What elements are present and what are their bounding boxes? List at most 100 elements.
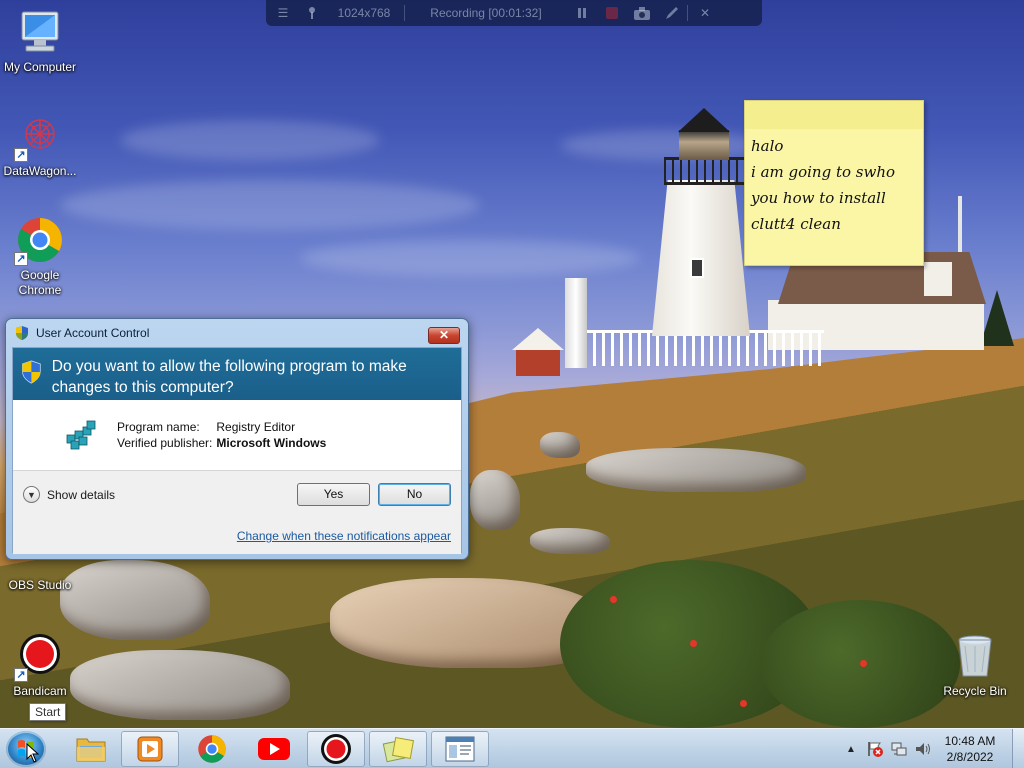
- publisher-label: Verified publisher:: [117, 436, 213, 450]
- chrome-icon: [198, 735, 226, 763]
- window-icon: [445, 736, 475, 762]
- chrome-icon: ↗: [14, 216, 64, 266]
- start-button[interactable]: [6, 731, 46, 767]
- menu-icon[interactable]: ☰: [266, 0, 300, 26]
- desktop-icon-label: Bandicam: [13, 684, 67, 698]
- uac-title: User Account Control: [36, 326, 150, 340]
- uac-program-info: Program name: Registry Editor Verified p…: [13, 400, 461, 470]
- rock: [60, 560, 210, 640]
- folder-icon: [76, 738, 106, 762]
- close-button[interactable]: ✕: [428, 327, 460, 344]
- show-details-toggle[interactable]: ▼ Show details: [23, 486, 115, 503]
- sticky-note-line: halo: [751, 137, 784, 155]
- rock: [586, 448, 806, 492]
- sticky-note-line: i am going to swho: [751, 163, 896, 181]
- desktop-icon-recycle-bin[interactable]: Recycle Bin: [935, 632, 1015, 699]
- taskbar-windows-explorer[interactable]: [62, 731, 120, 767]
- pine-tree: [980, 290, 1014, 346]
- taskbar: ▲ 10:48 AM 2/8/2022: [0, 728, 1024, 768]
- recording-toolbar: ☰ 1024x768 Recording [00:01:32] ✕: [266, 0, 762, 26]
- shortcut-arrow-icon: ↗: [14, 148, 28, 162]
- show-hidden-icons-icon[interactable]: ▲: [842, 744, 860, 755]
- bandicam-icon: ↗: [14, 632, 64, 682]
- rock: [470, 470, 520, 530]
- flower: [610, 596, 617, 603]
- clock-time: 10:48 AM: [944, 734, 996, 748]
- show-details-label: Show details: [47, 487, 116, 502]
- change-notifications-link[interactable]: Change when these notifications appear: [237, 529, 451, 543]
- desktop-icon-datawagon[interactable]: ↗ DataWagon...: [0, 112, 80, 179]
- sticky-note[interactable]: halo i am going to swho you how to insta…: [744, 100, 924, 266]
- clock[interactable]: 10:48 AM 2/8/2022: [940, 733, 1000, 765]
- pin-icon[interactable]: [300, 0, 324, 26]
- uac-titlebar[interactable]: User Account Control: [6, 319, 468, 347]
- clock-date: 2/8/2022: [946, 750, 994, 764]
- volume-icon[interactable]: [914, 740, 932, 758]
- chevron-down-icon[interactable]: ▼: [23, 486, 40, 503]
- computer-icon: [16, 8, 64, 56]
- uac-question: Do you want to allow the following progr…: [51, 358, 407, 396]
- action-center-flag-icon[interactable]: [866, 740, 884, 758]
- bandicam-icon: [321, 734, 351, 764]
- show-desktop-button[interactable]: [1012, 729, 1024, 768]
- pause-icon[interactable]: [567, 0, 597, 26]
- recycle-bin-icon: [951, 632, 999, 680]
- taskbar-registry-editor[interactable]: [431, 731, 489, 767]
- program-name-value: Registry Editor: [216, 420, 296, 434]
- cloud: [60, 180, 480, 230]
- no-button[interactable]: No: [378, 483, 451, 506]
- uac-shield-icon: [22, 360, 41, 384]
- start-tooltip: Start: [29, 703, 67, 721]
- flower: [690, 640, 697, 647]
- taskbar-sticky-notes[interactable]: [369, 731, 427, 767]
- taskbar-media-player[interactable]: [121, 731, 179, 767]
- uac-dialog: User Account Control ✕ Do you want to al…: [5, 318, 469, 560]
- desktop-icon-google-chrome[interactable]: ↗ Google Chrome: [0, 216, 80, 298]
- desktop-icon-obs-studio[interactable]: OBS Studio: [0, 560, 80, 593]
- uac-actions: ▼ Show details Yes No: [13, 470, 461, 518]
- yes-button[interactable]: Yes: [297, 483, 370, 506]
- cloud: [560, 130, 760, 160]
- registry-editor-icon: [66, 420, 96, 450]
- sticky-note-line: clutt4 clean: [751, 215, 841, 233]
- shortcut-arrow-icon: ↗: [14, 668, 28, 682]
- desktop-icon-label: Google: [20, 268, 60, 282]
- rock: [540, 432, 580, 458]
- close-icon[interactable]: ✕: [688, 0, 722, 26]
- shortcut-arrow-icon: ↗: [14, 252, 28, 266]
- desktop-icon-label: My Computer: [3, 60, 77, 74]
- mouse-cursor-icon: [26, 743, 40, 763]
- uac-banner: Do you want to allow the following progr…: [13, 348, 461, 400]
- resolution-label: 1024x768: [337, 6, 391, 20]
- sticky-note-header[interactable]: [745, 101, 923, 129]
- uac-footer: Change when these notifications appear: [13, 518, 461, 554]
- network-icon[interactable]: [890, 740, 908, 758]
- flower: [860, 660, 867, 667]
- sticky-note-text[interactable]: halo i am going to swho you how to insta…: [745, 129, 923, 241]
- uac-program-table: Program name: Registry Editor Verified p…: [117, 419, 330, 451]
- desktop-icon-label: DataWagon...: [3, 164, 77, 178]
- sticky-notes-icon: [382, 736, 414, 763]
- media-player-icon: [137, 736, 163, 762]
- lighthouse-gallery: [664, 157, 744, 185]
- datawagon-icon: ↗: [14, 112, 64, 162]
- desktop-icon-my-computer[interactable]: My Computer: [0, 8, 80, 75]
- rock: [70, 650, 290, 720]
- camera-icon[interactable]: [627, 0, 657, 26]
- publisher-value: Microsoft Windows: [216, 436, 327, 450]
- red-shed: [512, 328, 564, 376]
- cloud: [120, 120, 380, 160]
- taskbar-youtube[interactable]: [245, 731, 303, 767]
- youtube-icon: [258, 738, 290, 760]
- recording-status: Recording [00:01:32]: [430, 6, 542, 20]
- sticky-note-line: you how to install: [751, 189, 886, 207]
- system-tray: ▲: [842, 729, 932, 768]
- pencil-icon[interactable]: [657, 0, 687, 26]
- stop-icon[interactable]: [597, 0, 627, 26]
- taskbar-google-chrome[interactable]: [183, 731, 241, 767]
- flower: [740, 700, 747, 707]
- cloud: [300, 240, 640, 276]
- lighthouse-window: [690, 258, 704, 278]
- desktop-icon-bandicam[interactable]: ↗ Bandicam: [0, 632, 80, 699]
- taskbar-bandicam[interactable]: [307, 731, 365, 767]
